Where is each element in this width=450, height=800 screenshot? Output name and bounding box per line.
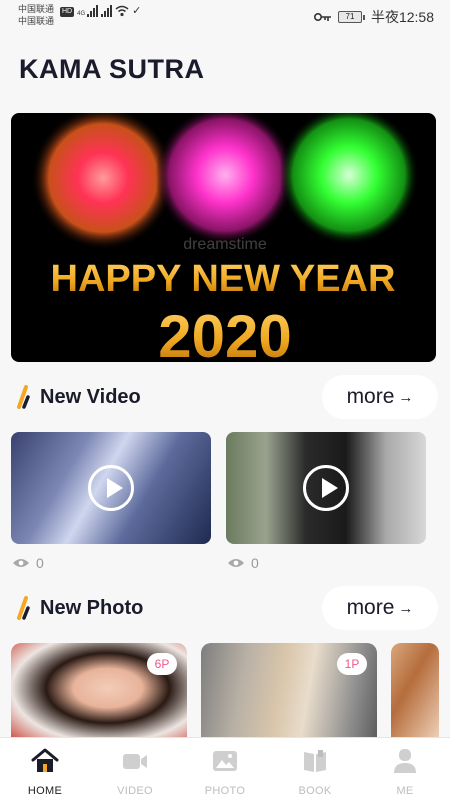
signal-group: HD 4G ✓ bbox=[60, 4, 141, 17]
video-1-views: 0 bbox=[12, 555, 44, 571]
nav-book[interactable]: BOOK bbox=[270, 738, 360, 800]
more-label: more bbox=[346, 385, 395, 408]
firework-green bbox=[279, 113, 419, 245]
vpn-check-icon: ✓ bbox=[132, 5, 142, 17]
hd-badge: HD bbox=[60, 7, 75, 17]
nav-home[interactable]: HOME bbox=[0, 738, 90, 800]
section-accent-icon bbox=[17, 596, 30, 620]
promo-banner[interactable]: dreamstime HAPPY NEW YEAR 2020 bbox=[11, 113, 436, 362]
nav-label: VIDEO bbox=[117, 785, 153, 797]
view-count: 0 bbox=[36, 555, 44, 571]
nav-label: BOOK bbox=[298, 785, 332, 797]
photo-more-button[interactable]: more → bbox=[322, 586, 438, 630]
signal-icon bbox=[87, 5, 99, 17]
video-icon bbox=[123, 754, 147, 769]
photo-card-3[interactable] bbox=[391, 643, 439, 743]
arrow-right-icon: → bbox=[398, 388, 414, 406]
arrow-right-icon: → bbox=[398, 599, 414, 617]
home-icon bbox=[31, 748, 59, 772]
photo-count-badge: 1P bbox=[337, 653, 367, 675]
wifi-icon bbox=[115, 5, 129, 17]
banner-watermark: dreamstime bbox=[183, 236, 267, 253]
status-right: 71 半夜12:58 bbox=[313, 7, 434, 27]
nav-label: PHOTO bbox=[204, 785, 246, 797]
book-icon bbox=[304, 750, 326, 772]
section-title-video: New Video bbox=[40, 386, 141, 408]
play-icon[interactable] bbox=[88, 465, 134, 511]
section-accent-icon bbox=[17, 385, 30, 409]
photo-card-2[interactable]: 1P bbox=[201, 643, 377, 743]
video-card-1[interactable] bbox=[11, 432, 211, 544]
nav-label: HOME bbox=[27, 785, 63, 797]
eye-icon bbox=[228, 559, 244, 567]
bottom-nav: HOME VIDEO PHOTO BOOK ME bbox=[0, 737, 450, 800]
nav-label: ME bbox=[396, 785, 414, 797]
firework-pink bbox=[155, 113, 295, 245]
play-icon[interactable] bbox=[303, 465, 349, 511]
carrier-label-1: 中国联通 bbox=[18, 4, 55, 14]
clock: 半夜12:58 bbox=[370, 9, 434, 25]
eye-icon bbox=[13, 559, 29, 567]
nav-me[interactable]: ME bbox=[360, 738, 450, 800]
video-2-views: 0 bbox=[227, 555, 259, 571]
nav-video[interactable]: VIDEO bbox=[90, 738, 180, 800]
battery-level: 71 bbox=[337, 11, 362, 23]
app-title: KAMA SUTRA bbox=[19, 54, 205, 84]
battery-icon: 71 bbox=[337, 11, 365, 23]
video-card-2[interactable] bbox=[226, 432, 426, 544]
section-title-photo: New Photo bbox=[40, 597, 144, 619]
nav-photo[interactable]: PHOTO bbox=[180, 738, 270, 800]
banner-year: 2020 bbox=[158, 303, 291, 362]
photo-count-badge: 6P bbox=[147, 653, 177, 675]
profile-icon bbox=[394, 749, 416, 773]
signal-icon-2 bbox=[101, 5, 113, 17]
carrier-label-2: 中国联通 bbox=[18, 16, 55, 26]
video-section-header: New Video more → bbox=[14, 375, 438, 419]
firework-red bbox=[31, 113, 175, 250]
key-icon bbox=[313, 13, 331, 21]
more-label: more bbox=[346, 596, 395, 619]
view-count: 0 bbox=[251, 555, 259, 571]
carrier-info: 中国联通 中国联通 bbox=[18, 3, 54, 27]
banner-image: dreamstime HAPPY NEW YEAR 2020 bbox=[31, 113, 419, 362]
network-type-label: 4G bbox=[77, 11, 86, 17]
photo-card-1[interactable]: 6P bbox=[11, 643, 187, 743]
status-bar: 中国联通 中国联通 HD 4G ✓ 71 半夜12:58 bbox=[0, 0, 450, 32]
video-more-button[interactable]: more → bbox=[322, 375, 438, 419]
photo-icon bbox=[213, 751, 237, 771]
banner-headline: HAPPY NEW YEAR bbox=[51, 258, 396, 300]
photo-section-header: New Photo more → bbox=[14, 586, 438, 630]
